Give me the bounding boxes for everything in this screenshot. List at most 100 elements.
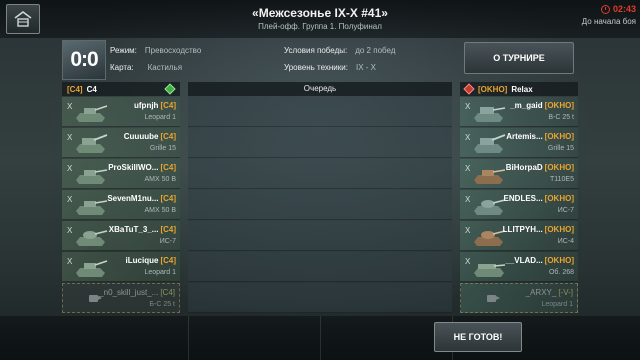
player-slot[interactable]: X _m_gaid [OKHO] В-С 25 t: [460, 97, 578, 127]
player-name: ProSkillWO... [C4]: [108, 163, 176, 172]
player-slot[interactable]: X BiHorpaD [OKHO] T110E5: [460, 159, 578, 189]
player-slot[interactable]: X ProSkillWO... [C4] AMX 50 B: [62, 159, 180, 189]
player-name: BiHorpaD [OKHO]: [505, 163, 574, 172]
tank-icon: [76, 134, 108, 153]
tournament-title: «Межсезонье IX-X #41»: [252, 6, 388, 20]
right-team-panel: [OKHO] Relax X _m_gaid [OKHO] В-С 25 t X …: [460, 82, 578, 313]
vehicle-name: Об. 268: [548, 269, 574, 276]
vehicle-name: Leopard 1: [541, 301, 573, 308]
queue-slot: [188, 97, 452, 127]
tank-icon: [474, 134, 506, 153]
queue-slot: [188, 221, 452, 251]
kick-icon[interactable]: X: [465, 164, 470, 173]
player-slot[interactable]: X Cuuuube [C4] Grille 15: [62, 128, 180, 158]
map-value: Кастилья: [147, 63, 183, 72]
team-marker-icon: [164, 83, 176, 95]
player-slot[interactable]: X Artemis... [OKHO] Grille 15: [460, 128, 578, 158]
queue-panel: Очередь: [188, 82, 452, 313]
vehicle-name: Leopard 1: [144, 269, 176, 276]
team-tag: [C4]: [67, 84, 83, 94]
player-slot[interactable]: X SevenM1nu... [C4] AMX 50 B: [62, 190, 180, 220]
left-team-header: [C4] C4: [62, 82, 180, 96]
vehicle-name: ИС-7: [557, 207, 574, 214]
tank-icon: [76, 230, 108, 246]
player-slot[interactable]: X __VLAD... [OKHO] Об. 268: [460, 252, 578, 282]
score-box: 0:0: [62, 40, 106, 80]
tank-icon: [76, 200, 108, 215]
vehicle-name: Grille 15: [547, 145, 574, 152]
kick-icon[interactable]: X: [465, 102, 470, 111]
team-name: Relax: [511, 84, 533, 94]
tank-icon: [76, 260, 108, 277]
tank-icon: [474, 264, 506, 277]
vehicle-name: Leopard 1: [144, 114, 176, 121]
tank-icon: [76, 105, 108, 122]
team-tag: [OKHO]: [478, 84, 508, 94]
kick-icon[interactable]: X: [465, 133, 470, 142]
tank-icon: [474, 199, 506, 215]
player-slot[interactable]: X LLITPYH... [OKHO] ИС-4: [460, 221, 578, 251]
kick-icon[interactable]: X: [67, 102, 72, 111]
reserve-player-slot[interactable]: _n0_skill_just_... [C4] Б-С 25 t: [62, 283, 180, 313]
vehicle-name: ИС-4: [557, 238, 574, 245]
bottom-bar: [0, 316, 640, 360]
player-name: _n0_skill_just_... [C4]: [99, 288, 175, 297]
clock-icon: [600, 4, 610, 14]
divider: [188, 316, 189, 360]
kick-icon[interactable]: X: [465, 257, 470, 266]
player-name: iLucique [C4]: [125, 256, 176, 265]
player-name: SevenM1nu... [C4]: [107, 194, 176, 203]
player-name: Artemis... [OKHO]: [506, 132, 574, 141]
tank-icon: [474, 230, 506, 246]
tier-value: IX - X: [355, 63, 376, 72]
tank-icon: [76, 169, 108, 184]
vehicle-name: В-С 25 t: [548, 114, 574, 121]
tank-icon: [474, 169, 506, 184]
kick-icon[interactable]: X: [67, 164, 72, 173]
not-ready-button[interactable]: НЕ ГОТОВ!: [434, 322, 522, 352]
kick-icon[interactable]: X: [67, 195, 72, 204]
mode-value: Превосходство: [144, 46, 202, 55]
tier-info: Уровень техники: IX - X: [284, 63, 376, 72]
mode-label: Режим:: [110, 46, 137, 55]
vehicle-name: T110E5: [550, 176, 574, 183]
about-tournament-button[interactable]: О ТУРНИРЕ: [464, 42, 574, 74]
player-name: __VLAD... [OKHO]: [505, 256, 574, 265]
kick-icon[interactable]: X: [67, 257, 72, 266]
player-slot[interactable]: X XBaTuT_3_... [C4] ИС-7: [62, 221, 180, 251]
score: 0:0: [70, 48, 98, 71]
reserve-player-slot[interactable]: _ARXY_ [-V-] Leopard 1: [460, 283, 578, 313]
kick-icon[interactable]: X: [67, 133, 72, 142]
victory-label: Условия победы:: [284, 46, 348, 55]
kick-icon[interactable]: X: [465, 226, 470, 235]
player-name: _m_gaid [OKHO]: [510, 101, 574, 110]
player-name: LLITPYH... [OKHO]: [502, 225, 574, 234]
queue-slot: [188, 159, 452, 189]
vehicle-name: Б-С 25 t: [149, 301, 175, 308]
player-slot[interactable]: X ENDLES... [OKHO] ИС-7: [460, 190, 578, 220]
tournament-stage: Плей-офф. Группа 1. Полуфинал: [258, 22, 382, 31]
player-name: ENDLES... [OKHO]: [503, 194, 574, 203]
kick-icon[interactable]: X: [67, 226, 72, 235]
map-info: Карта: Кастилья: [110, 63, 182, 72]
player-slot[interactable]: X ufpnjh [C4] Leopard 1: [62, 97, 180, 127]
vehicle-name: AMX 50 B: [144, 176, 176, 183]
right-team-header: [OKHO] Relax: [460, 82, 578, 96]
battle-timer: 02:43 До начала боя: [582, 4, 636, 26]
player-name: XBaTuT_3_... [C4]: [108, 225, 176, 234]
victory-value: до 2 побед: [355, 46, 396, 55]
spectator-camera-icon: [487, 295, 500, 302]
victory-info: Условия победы: до 2 побед: [284, 46, 395, 55]
team-name: C4: [86, 84, 97, 94]
mode-info: Режим: Превосходство: [110, 46, 201, 55]
queue-slot: [188, 252, 452, 282]
spectator-camera-icon: [89, 295, 102, 302]
player-name: ufpnjh [C4]: [134, 101, 176, 110]
player-slot[interactable]: X iLucique [C4] Leopard 1: [62, 252, 180, 282]
queue-header: Очередь: [188, 82, 452, 96]
queue-slot: [188, 128, 452, 158]
team-marker-icon: [463, 83, 475, 95]
kick-icon[interactable]: X: [465, 195, 470, 204]
queue-slot: [188, 283, 452, 313]
vehicle-name: Grille 15: [149, 145, 176, 152]
